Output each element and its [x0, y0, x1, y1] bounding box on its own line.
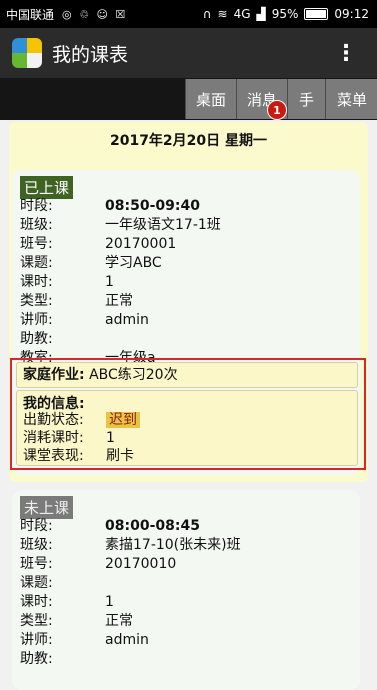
row-label: 时段: — [20, 198, 53, 214]
lesson-row: 班级: 素描17-10(张未来)班 — [20, 535, 241, 555]
row-value: 一年级语文17-1班 — [105, 217, 221, 233]
battery-icon — [304, 8, 329, 20]
menu-button[interactable]: 菜单 — [325, 79, 377, 119]
lesson-row: 助教: — [20, 329, 105, 349]
lesson-row: 类型: 正常 — [20, 611, 133, 631]
headset-icon: ∩ — [202, 7, 212, 21]
row-value: 08:50-09:40 — [105, 198, 200, 214]
network-label: 4G — [233, 7, 251, 21]
row-value: 1 — [105, 274, 114, 290]
toolbar: 桌面 消息 手 菜单 — [0, 78, 377, 120]
wifi-icon: ≋ — [217, 7, 228, 21]
lesson-row: 助教: — [20, 649, 105, 669]
row-label: 班级: — [20, 217, 53, 233]
lesson-row: 课时: 1 — [20, 592, 114, 612]
app-title: 我的课表 — [52, 43, 129, 66]
lesson-row: 班号: 20170001 — [20, 234, 176, 254]
row-label: 助教: — [20, 331, 53, 347]
lesson-row: 课题: — [20, 573, 105, 593]
row-label: 助教: — [20, 651, 53, 667]
lesson-row: 班号: 20170010 — [20, 554, 176, 574]
row-label: 课时: — [20, 274, 53, 290]
row-label: 讲师: — [20, 312, 53, 328]
row-value: 正常 — [105, 293, 133, 309]
carrier-label: 中国联通 — [6, 7, 55, 22]
overflow-menu-icon[interactable]: ⋮ — [335, 41, 357, 66]
row-value: admin — [105, 312, 149, 328]
hand-button[interactable]: 手 — [287, 79, 325, 119]
row-value: 素描17-10(张未来)班 — [105, 537, 241, 553]
row-label: 课题: — [20, 255, 53, 271]
lesson-row: 时段: 08:50-09:40 — [20, 196, 200, 216]
row-label: 类型: — [20, 613, 53, 629]
notification-icons: ◎ ♲ ☺ ☒ — [62, 7, 128, 21]
app-bar: 我的课表 ⋮ — [0, 28, 377, 78]
lesson-card[interactable]: 未上课 时段: 08:00-08:45 班级: 素描17-10(张未来)班 班号: 2… — [12, 490, 360, 690]
battery-percent: 95% — [271, 7, 299, 21]
row-label: 课题: — [20, 575, 53, 591]
row-value: 1 — [105, 594, 114, 610]
lesson-row: 班级: 一年级语文17-1班 — [20, 215, 221, 235]
row-value: 20170001 — [105, 236, 177, 252]
row-label: 班号: — [20, 236, 53, 252]
row-value: admin — [105, 632, 149, 648]
desktop-button[interactable]: 桌面 — [185, 79, 236, 119]
highlight-frame — [10, 358, 366, 470]
lesson-row: 课题: 学习ABC — [20, 253, 162, 273]
lesson-row: 讲师: admin — [20, 630, 149, 650]
row-value: 20170010 — [105, 556, 177, 572]
row-label: 时段: — [20, 518, 53, 534]
lesson-row: 课时: 1 — [20, 272, 114, 292]
lesson-row: 时段: 08:00-08:45 — [20, 516, 200, 536]
row-label: 班号: — [20, 556, 53, 572]
row-label: 类型: — [20, 293, 53, 309]
app-logo-icon — [12, 38, 42, 68]
day-date: 2017年2月20日 星期一 — [109, 133, 268, 149]
lesson-row: 讲师: admin — [20, 310, 149, 330]
row-label: 班级: — [20, 537, 53, 553]
row-label: 讲师: — [20, 632, 53, 648]
row-value: 正常 — [105, 613, 133, 629]
message-count-badge: 1 — [267, 100, 287, 120]
clock: 09:12 — [334, 7, 369, 21]
signal-icon: ▟ — [256, 7, 266, 21]
status-bar: 中国联通 ◎ ♲ ☺ ☒ ∩ ≋ 4G ▟ 95% 09:12 — [0, 0, 377, 28]
row-label: 课时: — [20, 594, 53, 610]
lesson-row: 类型: 正常 — [20, 291, 133, 311]
row-value: 学习ABC — [105, 255, 162, 271]
row-value: 08:00-08:45 — [105, 518, 200, 534]
